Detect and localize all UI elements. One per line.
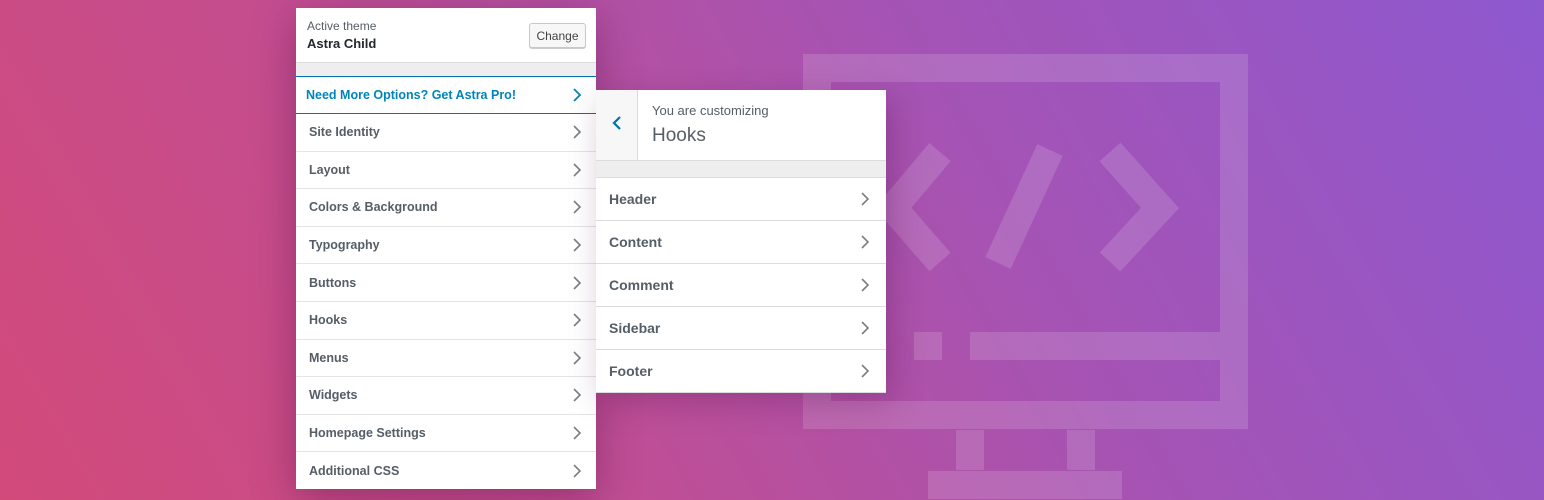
- chevron-right-icon: [572, 125, 582, 139]
- chevron-right-icon: [572, 388, 582, 403]
- section-label: Colors & Background: [309, 200, 438, 215]
- back-button[interactable]: [596, 90, 638, 160]
- chevron-left-icon: [611, 115, 622, 136]
- customizer-panel: Active theme Astra Child Change Need Mor…: [296, 8, 596, 489]
- hook-item-footer[interactable]: Footer: [596, 350, 886, 393]
- hooks-subpanel: You are customizing Hooks Header Content…: [596, 90, 886, 393]
- section-divider: [596, 161, 886, 178]
- chevron-right-icon: [572, 163, 582, 177]
- hook-item-sidebar[interactable]: Sidebar: [596, 307, 886, 350]
- section-hooks[interactable]: Hooks: [296, 301, 596, 340]
- hook-item-header[interactable]: Header: [596, 178, 886, 221]
- section-layout[interactable]: Layout: [296, 151, 596, 190]
- chevron-right-icon: [860, 364, 870, 378]
- subpanel-header: You are customizing Hooks: [596, 90, 886, 161]
- section-colors-background[interactable]: Colors & Background: [296, 189, 596, 227]
- chevron-right-icon: [860, 192, 870, 206]
- active-theme-box: Active theme Astra Child Change: [296, 8, 596, 63]
- chevron-right-icon: [572, 200, 582, 215]
- section-label: Typography: [309, 238, 380, 253]
- section-menus[interactable]: Menus: [296, 339, 596, 378]
- section-homepage-settings[interactable]: Homepage Settings: [296, 414, 596, 453]
- section-label: Buttons: [309, 275, 357, 290]
- section-label: Menus: [309, 350, 349, 365]
- hook-item-label: Header: [609, 191, 657, 207]
- section-label: Widgets: [309, 388, 358, 403]
- upgrade-pro-label: Need More Options? Get Astra Pro!: [306, 88, 516, 102]
- chevron-right-icon: [860, 278, 870, 292]
- section-label: Hooks: [309, 313, 348, 328]
- chevron-right-icon: [572, 351, 582, 365]
- hook-item-label: Sidebar: [609, 320, 661, 336]
- section-divider: [296, 63, 596, 77]
- hook-item-comment[interactable]: Comment: [596, 264, 886, 307]
- section-label: Layout: [309, 162, 350, 177]
- chevron-right-icon: [572, 313, 582, 327]
- hook-item-label: Comment: [609, 277, 674, 293]
- section-additional-css[interactable]: Additional CSS: [296, 452, 596, 489]
- section-label: Site Identity: [309, 125, 380, 140]
- customizing-caption: You are customizing: [652, 103, 769, 118]
- subpanel-title: Hooks: [652, 125, 706, 146]
- hook-item-label: Footer: [609, 363, 653, 379]
- chevron-right-icon: [572, 88, 582, 102]
- upgrade-pro-link[interactable]: Need More Options? Get Astra Pro!: [296, 77, 596, 114]
- chevron-right-icon: [860, 321, 870, 335]
- chevron-right-icon: [860, 235, 870, 249]
- subpanel-titles: You are customizing Hooks: [638, 90, 769, 160]
- change-theme-button[interactable]: Change: [529, 23, 586, 48]
- chevron-right-icon: [572, 426, 582, 440]
- section-label: Additional CSS: [309, 463, 400, 478]
- hook-item-label: Content: [609, 234, 662, 250]
- section-buttons[interactable]: Buttons: [296, 264, 596, 302]
- section-typography[interactable]: Typography: [296, 226, 596, 265]
- section-widgets[interactable]: Widgets: [296, 377, 596, 415]
- chevron-right-icon: [572, 464, 582, 478]
- hook-item-content[interactable]: Content: [596, 221, 886, 264]
- section-label: Homepage Settings: [309, 426, 426, 441]
- section-site-identity[interactable]: Site Identity: [296, 114, 596, 152]
- chevron-right-icon: [572, 276, 582, 290]
- chevron-right-icon: [572, 238, 582, 252]
